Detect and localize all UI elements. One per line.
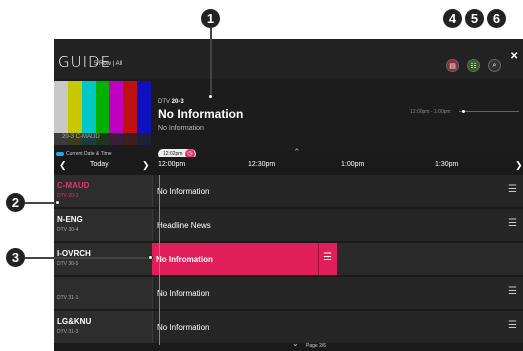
program-cell[interactable]: Headline News ☰ bbox=[152, 209, 523, 241]
channel-cell[interactable]: LG&KNU DTV 31-3 bbox=[54, 311, 152, 343]
time-tick: 1:30pm bbox=[435, 161, 459, 168]
prev-day-icon[interactable]: ❮ bbox=[59, 160, 67, 171]
menu-icon[interactable]: ☰ bbox=[508, 218, 517, 229]
callout-dot bbox=[148, 255, 153, 260]
program-title: No Infromation bbox=[156, 255, 213, 264]
search-button[interactable]: ⌕ bbox=[488, 59, 501, 72]
channel-cell[interactable]: DTV 31-1 bbox=[54, 277, 152, 309]
time-tick: 12:00pm bbox=[158, 161, 186, 168]
channel-number: DTV 30-5 bbox=[57, 261, 79, 267]
next-time-icon[interactable]: ❯ bbox=[515, 160, 523, 171]
channel-row[interactable]: DTV 31-1 No Information ☰ bbox=[54, 277, 523, 310]
guide-screen: GUIDE 5 Row | All ▤ ☷ ⌕ ✕ 20-3 C-MAUD DT… bbox=[54, 39, 523, 351]
channel-row[interactable]: LG&KNU DTV 31-3 No Information ☰ bbox=[54, 311, 523, 344]
empty-program-cell[interactable] bbox=[337, 243, 523, 275]
channel-row[interactable]: C-MAUD DTV 20-3 No Information ☰ bbox=[54, 175, 523, 208]
channel-name: LG&KNU bbox=[57, 317, 92, 326]
callout-2: 2 bbox=[6, 193, 25, 212]
menu-icon[interactable]: ☰ bbox=[508, 184, 517, 195]
date-label: Today bbox=[90, 161, 109, 168]
chevron-down-icon[interactable]: ⌄ bbox=[292, 339, 299, 348]
program-cell[interactable]: No Information ☰ bbox=[152, 311, 523, 343]
time-tick: 1:00pm bbox=[341, 161, 365, 168]
channel-number: DTV 31-3 bbox=[57, 329, 79, 335]
channel-number: DTV 31-1 bbox=[57, 295, 79, 301]
callout-dot bbox=[55, 200, 60, 205]
channel-cell[interactable]: C-MAUD DTV 20-3 bbox=[54, 175, 152, 207]
current-time-line bbox=[159, 175, 160, 345]
preview-channel-label: 20-3 C-MAUD bbox=[62, 134, 100, 140]
channel-row[interactable]: N-ENG DTV 30-4 Headline News ☰ bbox=[54, 209, 523, 242]
guide-filter-label[interactable]: 5 Row | All bbox=[94, 61, 122, 67]
preview-channel-number: DTV 20-3 bbox=[158, 99, 184, 105]
channel-cell[interactable]: N-ENG DTV 30-4 bbox=[54, 209, 152, 241]
schedule-list-button[interactable]: ☷ bbox=[467, 59, 480, 72]
focused-program-cell[interactable]: No Infromation ☰ bbox=[152, 243, 337, 275]
program-title: Headline News bbox=[157, 221, 211, 230]
program-info-panel: 20-3 C-MAUD DTV 20-3 No Information No I… bbox=[54, 79, 523, 151]
callout-1: 1 bbox=[201, 9, 220, 28]
preview-progress-dot bbox=[462, 110, 465, 113]
callout-line bbox=[25, 257, 150, 259]
menu-icon[interactable]: ☰ bbox=[323, 252, 332, 263]
channel-number: DTV 20-3 bbox=[57, 193, 79, 199]
channel-name: N-ENG bbox=[57, 215, 83, 224]
preview-program-title: No Information bbox=[158, 107, 244, 121]
program-title: No Information bbox=[157, 289, 210, 298]
callout-4: 4 bbox=[443, 9, 462, 28]
program-cell[interactable]: No Information ☰ bbox=[152, 175, 523, 207]
program-title: No Information bbox=[157, 323, 210, 332]
legend-swatch bbox=[56, 152, 64, 156]
callout-line bbox=[25, 202, 57, 204]
menu-icon[interactable]: ☰ bbox=[508, 320, 517, 331]
preview-progress-track bbox=[459, 111, 519, 112]
channel-cell[interactable]: I-OVRCH DTV 30-5 bbox=[54, 243, 152, 275]
record-list-button[interactable]: ▤ bbox=[446, 59, 459, 72]
channel-name: C-MAUD bbox=[57, 181, 90, 190]
preview-program-subtitle: No Information bbox=[158, 125, 204, 132]
divider bbox=[318, 243, 319, 275]
time-tick: 12:30pm bbox=[248, 161, 276, 168]
program-title: No Information bbox=[157, 187, 210, 196]
close-icon[interactable]: ✕ bbox=[510, 51, 518, 62]
guide-header: GUIDE 5 Row | All ▤ ☷ ⌕ ✕ bbox=[54, 39, 523, 79]
page-indicator: Page 2/6 bbox=[306, 343, 327, 349]
callout-dot bbox=[208, 94, 213, 99]
callout-5: 5 bbox=[465, 9, 484, 28]
program-cell[interactable]: No Information ☰ bbox=[152, 277, 523, 309]
channel-number: DTV 30-4 bbox=[57, 227, 79, 233]
preview-time-range: 12:00pm - 1:00pm bbox=[410, 109, 451, 115]
menu-icon[interactable]: ☰ bbox=[508, 286, 517, 297]
callout-6: 6 bbox=[487, 9, 506, 28]
next-day-icon[interactable]: ❯ bbox=[142, 160, 150, 171]
callout-3: 3 bbox=[6, 248, 25, 267]
callout-line bbox=[210, 28, 212, 96]
channel-row[interactable]: I-OVRCH DTV 30-5 No Infromation ☰ bbox=[54, 243, 523, 276]
